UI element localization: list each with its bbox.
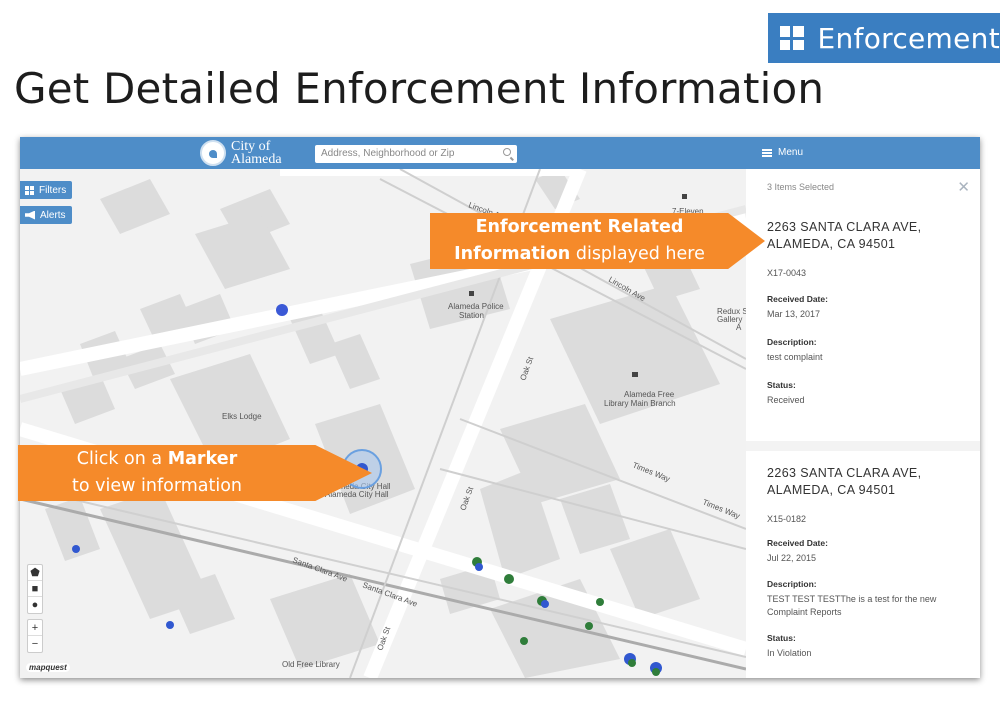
poi-label-police-2: Station [459, 311, 484, 320]
map-marker[interactable] [652, 668, 660, 676]
street-label-oak-1: Oak St [518, 355, 535, 382]
library-icon [632, 372, 638, 377]
poi-label-library-1: Alameda Free [624, 390, 675, 399]
grid-icon [780, 26, 804, 50]
street-label-times-way: Times Way [631, 461, 671, 484]
map-marker[interactable] [504, 574, 514, 584]
map-marker[interactable] [628, 659, 636, 667]
zoom-in-button[interactable]: + [28, 620, 42, 636]
status-label: Status: [767, 380, 796, 390]
card-address-line1: 2263 SANTA CLARA AVE, [767, 220, 922, 234]
mapquest-logo[interactable]: mapquest [26, 663, 70, 672]
description-label: Description: [767, 337, 817, 347]
card-address-line1: 2263 SANTA CLARA AVE, [767, 466, 922, 480]
callout-left-pre: Click on a [76, 449, 168, 469]
callout-top-bold1: Enforcement Related [475, 217, 684, 237]
map-marker[interactable] [585, 622, 593, 630]
hamburger-icon [762, 148, 772, 157]
poi-label-redux-3: A [736, 323, 742, 332]
map-marker[interactable] [596, 598, 604, 606]
menu-button[interactable]: Menu [762, 147, 803, 158]
building [330, 334, 380, 389]
map-marker[interactable] [475, 563, 483, 571]
close-icon[interactable]: ✕ [957, 178, 970, 196]
card-address-line2: ALAMEDA, CA 94501 [767, 237, 896, 251]
status-value: In Violation [767, 648, 812, 658]
street-label-times-way-2: Times Way [701, 498, 741, 521]
status-value: Received [767, 395, 805, 405]
city-logo[interactable]: City of Alameda [200, 140, 282, 167]
zoom-controls: + − [27, 619, 43, 653]
alerts-button[interactable]: Alerts [20, 206, 72, 224]
filters-icon [25, 185, 34, 195]
enforcement-badge: Enforcement [768, 13, 1000, 63]
callout-left-bold: Marker [167, 449, 238, 469]
badge-label: Enforcement [817, 21, 1000, 55]
search-icon[interactable] [503, 148, 511, 156]
map-marker[interactable] [541, 600, 549, 608]
building [560, 484, 630, 554]
top-bar: City of Alameda Address, Neighborhood or… [20, 137, 980, 169]
map-marker[interactable] [276, 304, 288, 316]
status-label: Status: [767, 633, 796, 643]
alerts-label: Alerts [40, 209, 66, 221]
marker-callout-arrow: Click on a Marker to view information [18, 445, 372, 501]
poi-label-police-1: Alameda Police [448, 302, 504, 311]
callout-top-rest: displayed here [570, 244, 705, 264]
map-marker[interactable] [72, 545, 80, 553]
building [100, 179, 170, 234]
zoom-out-button[interactable]: − [28, 636, 42, 652]
enforcement-card[interactable]: 2263 SANTA CLARA AVE, ALAMEDA, CA 94501 … [746, 219, 980, 407]
poi-label-old-library: Old Free Library [282, 660, 340, 669]
menu-label: Menu [778, 147, 804, 158]
case-id: X17-0043 [767, 268, 807, 278]
draw-tools: ⬟ ■ ● [27, 564, 43, 614]
draw-rectangle-icon[interactable]: ■ [28, 581, 42, 597]
map-marker[interactable] [166, 621, 174, 629]
details-panel: 3 Items Selected ✕ 2263 SANTA CLARA AVE,… [746, 169, 980, 678]
callout-left-line2: to view information [72, 476, 242, 496]
case-id: X15-0182 [767, 514, 807, 524]
description-value: TEST TEST TESTThe is a test for the new … [767, 594, 937, 617]
received-date-value: Mar 13, 2017 [767, 309, 821, 319]
callout-top-bold2: Information [454, 244, 571, 264]
received-date-label: Received Date: [767, 538, 828, 548]
card-address-line2: ALAMEDA, CA 94501 [767, 483, 896, 497]
search-input[interactable]: Address, Neighborhood or Zip [315, 145, 517, 163]
received-date-label: Received Date: [767, 294, 828, 304]
street-label-oak-2: Oak St [458, 485, 475, 512]
description-value: test complaint [767, 352, 823, 362]
poi-label-elks: Elks Lodge [222, 412, 262, 421]
filters-label: Filters [39, 184, 67, 196]
description-label: Description: [767, 579, 817, 589]
search-placeholder: Address, Neighborhood or Zip [321, 148, 455, 159]
info-callout-arrow: Enforcement Related Information displaye… [430, 213, 765, 269]
card-divider [746, 441, 980, 451]
megaphone-icon [25, 210, 35, 220]
police-icon [469, 291, 474, 296]
poi-label-library-2: Library Main Branch [604, 399, 676, 408]
slide-title: Get Detailed Enforcement Information [14, 64, 825, 113]
street-label-santa-clara-1: Santa Clara Ave [291, 555, 349, 583]
received-date-value: Jul 22, 2015 [767, 553, 817, 563]
city-seal-icon [200, 140, 226, 166]
map-marker[interactable] [520, 637, 528, 645]
enforcement-card[interactable]: 2263 SANTA CLARA AVE, ALAMEDA, CA 94501 … [746, 465, 980, 660]
filters-button[interactable]: Filters [20, 181, 73, 199]
draw-polygon-icon[interactable]: ⬟ [28, 565, 42, 581]
draw-circle-icon[interactable]: ● [28, 597, 42, 613]
logo-line2: Alameda [231, 152, 282, 167]
selected-count: 3 Items Selected [767, 182, 835, 192]
store-icon [682, 194, 687, 199]
